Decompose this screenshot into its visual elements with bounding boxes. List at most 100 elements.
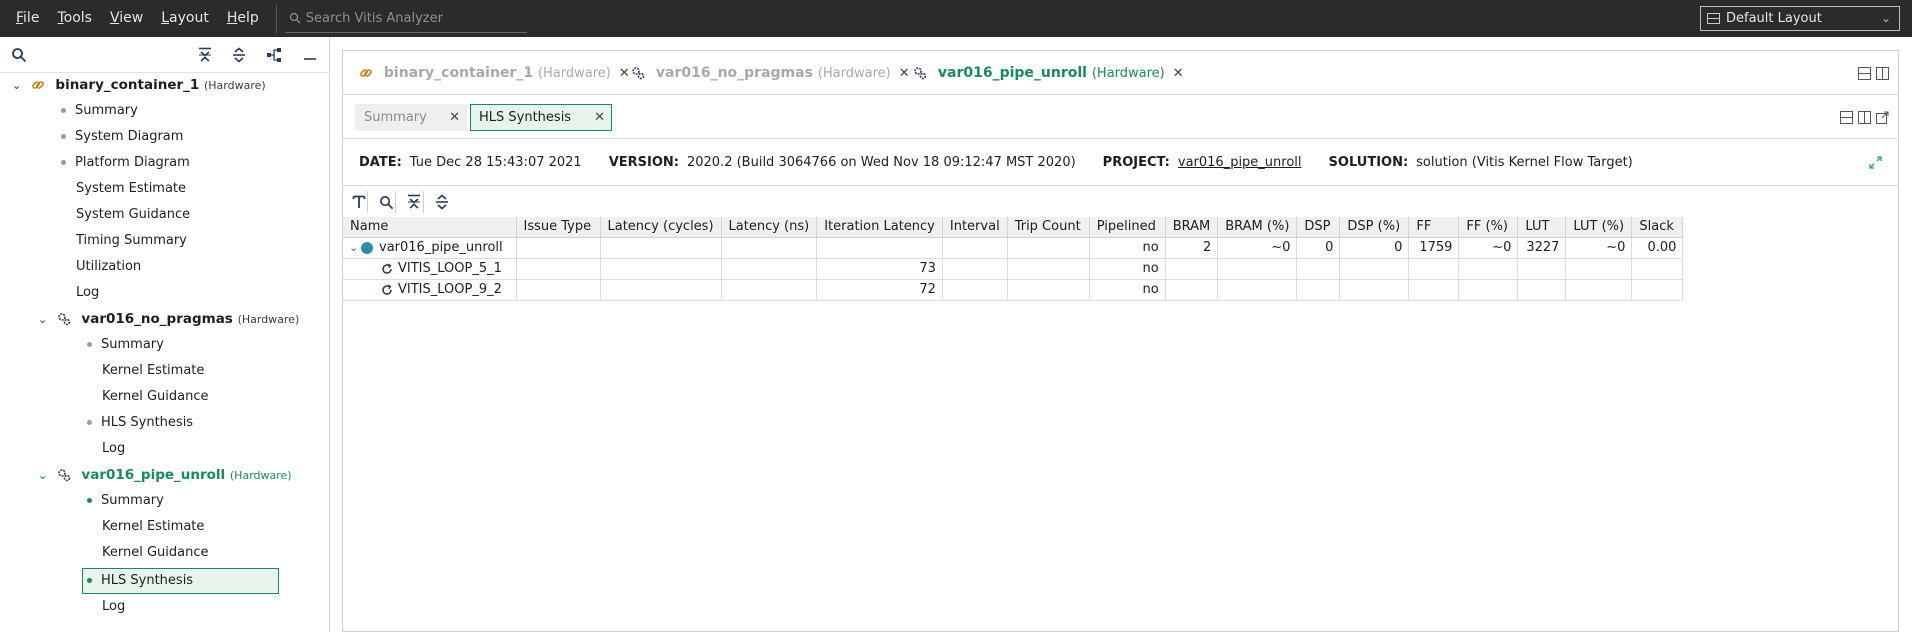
table-row[interactable]: VITIS_LOOP_9_2 72 no bbox=[343, 279, 1684, 301]
expand-icon[interactable] bbox=[1869, 156, 1882, 169]
tree-item-kernel-guidance[interactable]: Kernel Guidance bbox=[102, 384, 209, 410]
tab-var016-pipe-unroll[interactable]: var016_pipe_unroll (Hardware) ✕ bbox=[913, 51, 1184, 95]
tree-item-log[interactable]: Log bbox=[102, 594, 125, 620]
tab-var016-no-pragmas[interactable]: var016_no_pragmas (Hardware) ✕ bbox=[631, 51, 910, 95]
close-icon[interactable]: ✕ bbox=[449, 105, 460, 130]
search-icon[interactable] bbox=[10, 46, 28, 64]
gears-icon bbox=[57, 469, 71, 482]
table-row[interactable]: ⌄ var016_pipe_unroll no 2 ~0 0 0 1759 ~0 … bbox=[343, 237, 1684, 259]
close-icon[interactable]: ✕ bbox=[619, 66, 630, 81]
gears-icon bbox=[57, 313, 71, 326]
minimize-icon[interactable] bbox=[301, 46, 319, 64]
tree-item-system-guidance[interactable]: System Guidance bbox=[76, 202, 190, 228]
table-row[interactable]: VITIS_LOOP_5_1 73 no bbox=[343, 258, 1684, 280]
tree-item-summary[interactable]: Summary bbox=[87, 332, 164, 358]
toolbar-separator bbox=[423, 191, 424, 213]
split-vertical-icon[interactable] bbox=[1876, 67, 1889, 80]
col-dsp-pct[interactable]: DSP (%) bbox=[1339, 217, 1410, 238]
expand-all-icon[interactable] bbox=[230, 46, 248, 64]
tree-item-summary[interactable]: Summary bbox=[87, 488, 164, 514]
col-lut[interactable]: LUT bbox=[1517, 217, 1567, 238]
tree-item-summary[interactable]: Summary bbox=[61, 98, 138, 124]
split-horizontal-icon[interactable] bbox=[1840, 111, 1853, 124]
col-bram[interactable]: BRAM bbox=[1165, 217, 1219, 238]
loop-icon bbox=[382, 262, 392, 274]
col-name[interactable]: Name bbox=[343, 217, 517, 238]
report-tab-bar: Summary ✕ HLS Synthesis ✕ bbox=[343, 95, 1898, 139]
col-bram-pct[interactable]: BRAM (%) bbox=[1217, 217, 1298, 238]
tree-item-utilization[interactable]: Utilization bbox=[76, 254, 141, 280]
tree-item-hls-synthesis[interactable]: HLS Synthesis bbox=[87, 410, 193, 436]
tree-node-binary-container[interactable]: ⌄ binary_container_1 (Hardware) bbox=[12, 72, 266, 98]
menu-view[interactable]: View bbox=[101, 0, 152, 37]
col-dsp[interactable]: DSP bbox=[1296, 217, 1341, 238]
chevron-down-icon[interactable]: ⌄ bbox=[12, 73, 26, 99]
search-icon[interactable] bbox=[377, 193, 395, 211]
link-icon bbox=[360, 69, 372, 77]
open-external-icon[interactable] bbox=[1876, 111, 1889, 124]
menubar: File Tools View Layout Help Search Vitis… bbox=[0, 0, 1912, 37]
col-issue-type[interactable]: Issue Type bbox=[516, 217, 601, 238]
tree-item-system-estimate[interactable]: System Estimate bbox=[76, 176, 186, 202]
row-name-cell: VITIS_LOOP_5_1 bbox=[343, 258, 517, 280]
tree-item-log[interactable]: Log bbox=[76, 280, 99, 306]
close-icon[interactable]: ✕ bbox=[594, 105, 605, 130]
layout-icon bbox=[1707, 13, 1720, 24]
report-info-bar: DATE: Tue Dec 28 15:43:07 2021 VERSION: 20… bbox=[343, 140, 1898, 186]
search-input[interactable]: Search Vitis Analyzer bbox=[284, 5, 527, 33]
col-interval[interactable]: Interval bbox=[942, 217, 1008, 238]
col-pipelined[interactable]: Pipelined bbox=[1089, 217, 1166, 238]
col-ff-pct[interactable]: FF (%) bbox=[1458, 217, 1519, 238]
info-version: VERSION: 2020.2 (Build 3064766 on Wed Nov… bbox=[608, 155, 1076, 170]
project-tree-panel: ⌄ binary_container_1 (Hardware) Summary … bbox=[0, 37, 330, 632]
hierarchy-icon[interactable] bbox=[265, 46, 283, 64]
tree-item-kernel-estimate[interactable]: Kernel Estimate bbox=[102, 514, 204, 540]
subtab-hls-synthesis[interactable]: HLS Synthesis ✕ bbox=[470, 104, 612, 131]
gears-icon bbox=[632, 67, 645, 80]
chevron-down-icon[interactable]: ⌄ bbox=[38, 463, 52, 489]
col-slack[interactable]: Slack bbox=[1631, 217, 1684, 238]
chevron-down-icon: ⌄ bbox=[1880, 11, 1891, 25]
table-toolbar bbox=[343, 187, 1898, 217]
col-ff[interactable]: FF bbox=[1408, 217, 1460, 238]
module-icon bbox=[361, 241, 373, 254]
tree-item-system-diagram[interactable]: System Diagram bbox=[61, 124, 183, 150]
col-lut-pct[interactable]: LUT (%) bbox=[1565, 217, 1633, 238]
chevron-down-icon[interactable]: ⌄ bbox=[349, 241, 361, 254]
info-project: PROJECT: var016_pipe_unroll bbox=[1102, 155, 1302, 170]
layout-select-value: Default Layout bbox=[1726, 11, 1822, 26]
layout-select[interactable]: Default Layout ⌄ bbox=[1700, 6, 1900, 31]
tree-node-var016-no-pragmas[interactable]: ⌄ var016_no_pragmas (Hardware) bbox=[38, 306, 299, 332]
col-latency-ns[interactable]: Latency (ns) bbox=[721, 217, 818, 238]
close-icon[interactable]: ✕ bbox=[1173, 66, 1184, 81]
expand-all-icon[interactable] bbox=[433, 193, 451, 211]
tree-node-var016-pipe-unroll[interactable]: ⌄ var016_pipe_unroll (Hardware) bbox=[38, 462, 292, 488]
col-latency-cycles[interactable]: Latency (cycles) bbox=[600, 217, 722, 238]
tree-item-timing-summary[interactable]: Timing Summary bbox=[76, 228, 187, 254]
tree-item-hls-synthesis-selected[interactable]: HLS Synthesis bbox=[87, 568, 193, 594]
tree-item-platform-diagram[interactable]: Platform Diagram bbox=[61, 150, 190, 176]
subtab-summary[interactable]: Summary ✕ bbox=[355, 104, 467, 131]
menu-tools[interactable]: Tools bbox=[48, 0, 101, 37]
tree-item-log[interactable]: Log bbox=[102, 436, 125, 462]
collapse-all-icon[interactable] bbox=[405, 193, 423, 211]
menu-layout[interactable]: Layout bbox=[152, 0, 218, 37]
close-icon[interactable]: ✕ bbox=[899, 66, 910, 81]
menu-file[interactable]: File bbox=[7, 0, 48, 37]
toolbar-separator bbox=[367, 191, 368, 213]
tree-item-kernel-estimate[interactable]: Kernel Estimate bbox=[102, 358, 204, 384]
collapse-all-icon[interactable] bbox=[196, 46, 214, 64]
gears-icon bbox=[914, 67, 927, 80]
project-link[interactable]: var016_pipe_unroll bbox=[1178, 155, 1302, 170]
split-vertical-icon[interactable] bbox=[1858, 111, 1871, 124]
chevron-down-icon[interactable]: ⌄ bbox=[38, 307, 52, 333]
menu-help[interactable]: Help bbox=[218, 0, 268, 37]
toolbar-separator bbox=[395, 191, 396, 213]
row-name-cell: VITIS_LOOP_9_2 bbox=[343, 279, 517, 301]
text-format-icon[interactable] bbox=[350, 193, 368, 211]
col-iteration-latency[interactable]: Iteration Latency bbox=[816, 217, 943, 238]
col-trip-count[interactable]: Trip Count bbox=[1007, 217, 1090, 238]
tree-item-kernel-guidance[interactable]: Kernel Guidance bbox=[102, 540, 209, 566]
split-horizontal-icon[interactable] bbox=[1858, 67, 1871, 80]
tab-binary-container[interactable]: binary_container_1 (Hardware) ✕ bbox=[359, 51, 630, 95]
